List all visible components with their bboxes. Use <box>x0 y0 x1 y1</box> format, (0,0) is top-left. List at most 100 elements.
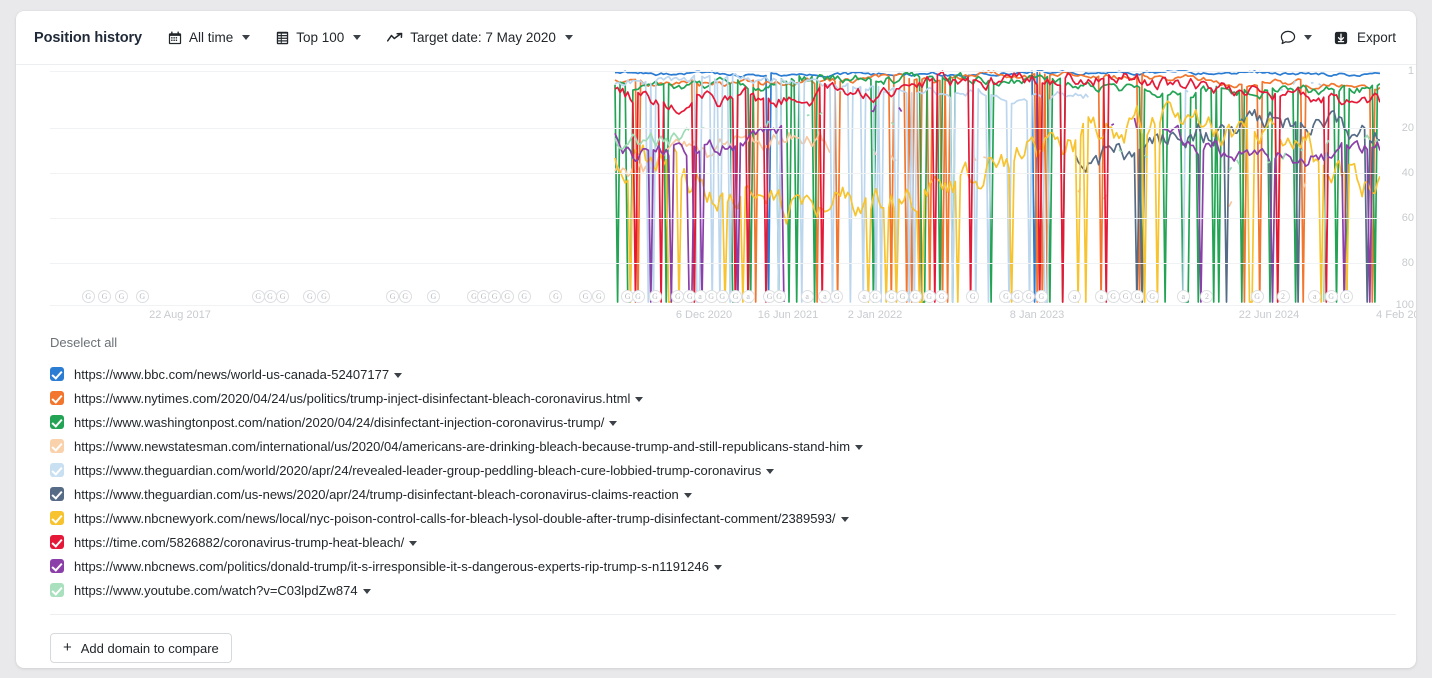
legend-row[interactable]: https://www.theguardian.com/world/2020/a… <box>50 458 1396 482</box>
google-update-marker[interactable]: G <box>98 290 112 303</box>
series-checkbox[interactable] <box>50 415 64 429</box>
google-update-marker[interactable]: G <box>276 290 290 303</box>
series-checkbox[interactable] <box>50 559 64 573</box>
legend-row[interactable]: https://www.washingtonpost.com/nation/20… <box>50 410 1396 434</box>
chevron-down-icon[interactable] <box>683 492 692 498</box>
google-update-marker[interactable]: G <box>868 290 882 303</box>
legend-row[interactable]: https://www.nytimes.com/2020/04/24/us/po… <box>50 386 1396 410</box>
chevron-down-icon[interactable] <box>609 420 618 426</box>
google-update-marker[interactable]: G <box>1034 290 1048 303</box>
legend-row[interactable]: https://www.nbcnews.com/politics/donald-… <box>50 554 1396 578</box>
series-url-group[interactable]: https://www.theguardian.com/world/2020/a… <box>74 463 775 478</box>
series-checkbox[interactable] <box>50 391 64 405</box>
series-url-label[interactable]: https://www.theguardian.com/world/2020/a… <box>74 463 761 478</box>
series-url-label[interactable]: https://www.youtube.com/watch?v=C03lpdZw… <box>74 583 358 598</box>
google-update-marker[interactable]: 2 <box>1276 290 1290 303</box>
legend-row[interactable]: https://www.theguardian.com/us-news/2020… <box>50 482 1396 506</box>
google-update-marker[interactable]: a <box>1176 290 1190 303</box>
export-button[interactable]: Export <box>1334 30 1396 45</box>
series-url-group[interactable]: https://www.nbcnewyork.com/news/local/ny… <box>74 511 849 526</box>
series-url-label[interactable]: https://www.bbc.com/news/world-us-canada… <box>74 367 389 382</box>
series-url-group[interactable]: https://www.theguardian.com/us-news/2020… <box>74 487 692 502</box>
series-url-label[interactable]: https://www.nytimes.com/2020/04/24/us/po… <box>74 391 630 406</box>
google-update-marker[interactable]: G <box>426 290 440 303</box>
google-update-marker[interactable]: G <box>115 290 129 303</box>
google-update-marker[interactable]: G <box>135 290 149 303</box>
google-update-marker[interactable]: G <box>1250 290 1264 303</box>
google-update-marker[interactable]: G <box>579 290 593 303</box>
legend-row[interactable]: https://www.bbc.com/news/world-us-canada… <box>50 362 1396 386</box>
header-actions: Export <box>1280 30 1396 46</box>
card-header: Position history All time Top 100 Target… <box>16 11 1416 65</box>
series-url-group[interactable]: https://time.com/5826882/coronavirus-tru… <box>74 535 418 550</box>
deselect-all-button[interactable]: Deselect all <box>50 335 117 350</box>
chart-plot-area[interactable] <box>50 68 1380 306</box>
google-update-marker[interactable]: a <box>1094 290 1108 303</box>
chevron-down-icon[interactable] <box>855 444 864 450</box>
chevron-down-icon[interactable] <box>635 396 644 402</box>
y-axis-tick-label: 40 <box>1401 166 1414 179</box>
comments-button[interactable] <box>1280 30 1312 46</box>
series-checkbox[interactable] <box>50 367 64 381</box>
series-url-group[interactable]: https://www.newstatesman.com/internation… <box>74 439 864 454</box>
series-url-label[interactable]: https://www.nbcnewyork.com/news/local/ny… <box>74 511 836 526</box>
legend-row[interactable]: https://www.newstatesman.com/internation… <box>50 434 1396 458</box>
add-domain-button[interactable]: + Add domain to compare <box>50 633 232 663</box>
chevron-down-icon <box>242 35 251 40</box>
google-update-marker[interactable]: G <box>263 290 277 303</box>
google-update-marker[interactable]: G <box>81 290 95 303</box>
google-update-marker[interactable]: G <box>1324 290 1338 303</box>
google-update-marker[interactable]: G <box>715 290 729 303</box>
series-checkbox[interactable] <box>50 535 64 549</box>
series-url-label[interactable]: https://www.theguardian.com/us-news/2020… <box>74 487 679 502</box>
google-update-marker[interactable]: G <box>896 290 910 303</box>
legend-row[interactable]: https://time.com/5826882/coronavirus-tru… <box>50 530 1396 554</box>
top-positions-selector[interactable]: Top 100 <box>276 30 362 45</box>
series-url-group[interactable]: https://www.bbc.com/news/world-us-canada… <box>74 367 403 382</box>
series-checkbox[interactable] <box>50 463 64 477</box>
google-update-marker[interactable]: G <box>772 290 786 303</box>
chevron-down-icon[interactable] <box>713 564 722 570</box>
legend-row[interactable]: https://www.youtube.com/watch?v=C03lpdZw… <box>50 578 1396 602</box>
chart-gridline <box>50 217 1380 219</box>
chevron-down-icon <box>353 35 362 40</box>
chevron-down-icon[interactable] <box>362 588 371 594</box>
google-update-marker[interactable]: G <box>1106 290 1120 303</box>
google-update-marker[interactable]: G <box>517 290 531 303</box>
series-checkbox[interactable] <box>50 439 64 453</box>
google-update-marker[interactable]: G <box>922 290 936 303</box>
legend-row[interactable]: https://www.nbcnewyork.com/news/local/ny… <box>50 506 1396 530</box>
chevron-down-icon[interactable] <box>840 516 849 522</box>
series-url-label[interactable]: https://www.newstatesman.com/internation… <box>74 439 850 454</box>
date-range-selector[interactable]: All time <box>168 30 251 45</box>
series-url-group[interactable]: https://www.nbcnews.com/politics/donald-… <box>74 559 722 574</box>
series-checkbox[interactable] <box>50 487 64 501</box>
series-url-group[interactable]: https://www.youtube.com/watch?v=C03lpdZw… <box>74 583 371 598</box>
series-url-label[interactable]: https://time.com/5826882/coronavirus-tru… <box>74 535 404 550</box>
chevron-down-icon[interactable] <box>409 540 418 546</box>
series-url-label[interactable]: https://www.washingtonpost.com/nation/20… <box>74 415 604 430</box>
google-update-marker[interactable]: a <box>800 290 814 303</box>
series-url-group[interactable]: https://www.nytimes.com/2020/04/24/us/po… <box>74 391 644 406</box>
legend-rows: https://www.bbc.com/news/world-us-canada… <box>50 362 1396 602</box>
series-url-group[interactable]: https://www.washingtonpost.com/nation/20… <box>74 415 618 430</box>
series-url-label[interactable]: https://www.nbcnews.com/politics/donald-… <box>74 559 709 574</box>
google-update-marker[interactable]: G <box>648 290 662 303</box>
google-update-marker[interactable]: G <box>1130 290 1144 303</box>
google-update-marker[interactable]: G <box>500 290 514 303</box>
google-update-marker[interactable]: G <box>398 290 412 303</box>
google-update-marker[interactable]: G <box>729 290 743 303</box>
google-update-marker[interactable]: G <box>1340 290 1354 303</box>
google-update-marker[interactable]: G <box>251 290 265 303</box>
series-checkbox[interactable] <box>50 583 64 597</box>
position-history-card: Position history All time Top 100 Target… <box>16 11 1416 668</box>
target-date-selector[interactable]: Target date: 7 May 2020 <box>387 30 573 45</box>
google-update-marker[interactable]: a <box>741 290 755 303</box>
google-update-marker[interactable]: G <box>631 290 645 303</box>
google-update-marker[interactable]: G <box>908 290 922 303</box>
google-update-marker[interactable]: G <box>1145 290 1159 303</box>
series-checkbox[interactable] <box>50 511 64 525</box>
chevron-down-icon[interactable] <box>394 372 403 378</box>
chevron-down-icon[interactable] <box>766 468 775 474</box>
top-positions-label: Top 100 <box>296 30 345 45</box>
